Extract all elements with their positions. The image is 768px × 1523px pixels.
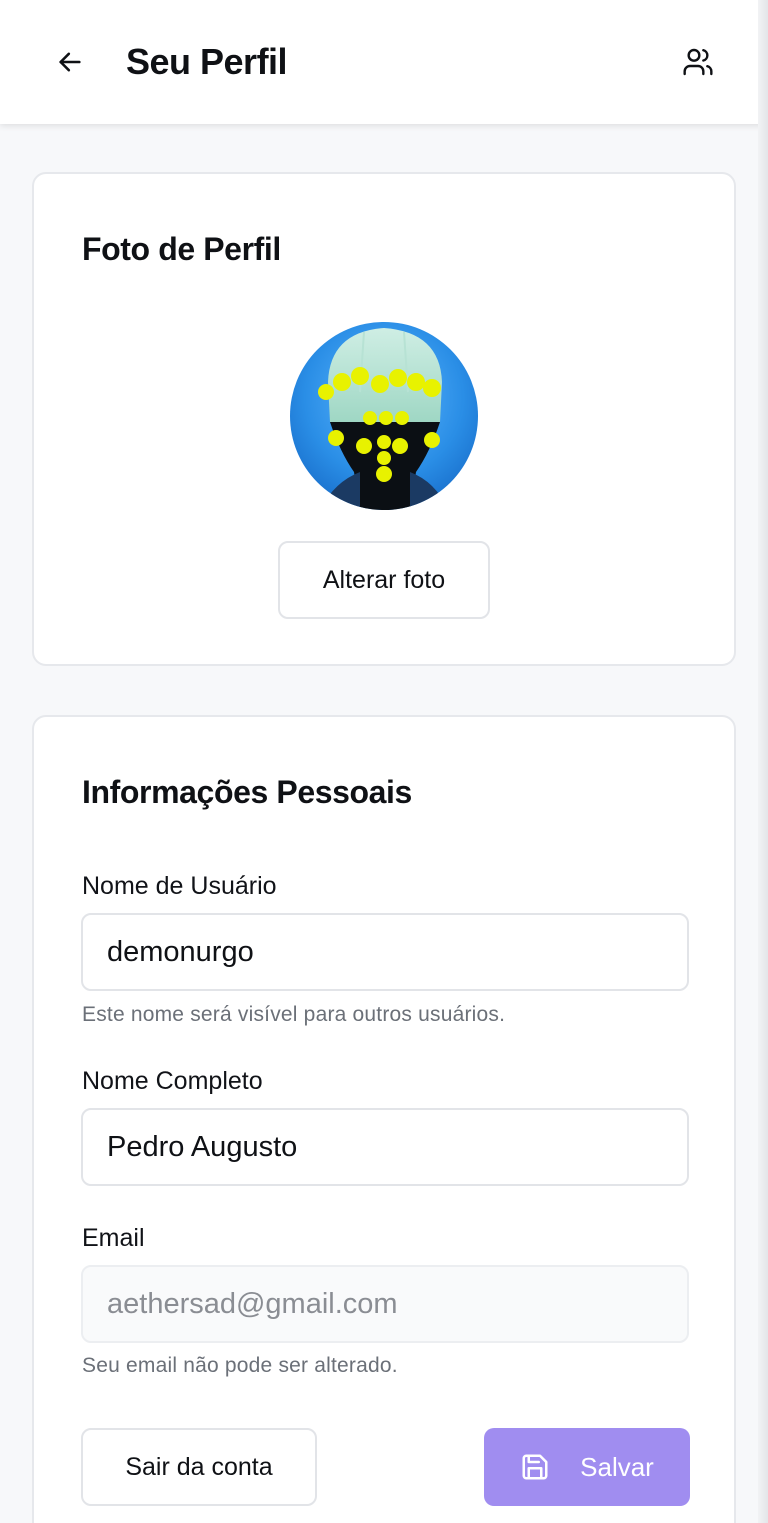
full-name-input[interactable] <box>81 1108 689 1186</box>
username-label: Nome de Usuário <box>82 872 277 900</box>
personal-info-title: Informações Pessoais <box>82 774 412 810</box>
save-icon <box>522 1454 548 1480</box>
username-helper: Este nome será visível para outros usuár… <box>82 1003 506 1026</box>
avatar <box>290 322 478 510</box>
profile-photo-title: Foto de Perfil <box>82 231 281 267</box>
users-button[interactable] <box>676 40 720 84</box>
window-edge <box>758 0 768 1523</box>
save-label: Salvar <box>580 1451 654 1482</box>
email-label: Email <box>82 1224 145 1252</box>
profile-photo-card: Foto de Perfil Alterar foto <box>32 172 736 666</box>
logout-button[interactable]: Sair da conta <box>81 1428 317 1506</box>
change-photo-button[interactable]: Alterar foto <box>278 541 490 619</box>
full-name-label: Nome Completo <box>82 1067 263 1095</box>
username-input[interactable] <box>81 913 689 991</box>
top-bar: Seu Perfil <box>0 0 768 124</box>
email-helper: Seu email não pode ser alterado. <box>82 1354 398 1377</box>
personal-info-card: Informações Pessoais Nome de Usuário Est… <box>32 715 736 1523</box>
email-field <box>81 1265 689 1343</box>
profile-page: Seu Perfil Foto de Perfil Alterar foto I… <box>0 0 768 1523</box>
arrow-left-icon <box>59 52 81 72</box>
users-icon <box>683 48 713 76</box>
back-button[interactable] <box>48 40 92 84</box>
page-title: Seu Perfil <box>126 41 288 82</box>
save-button[interactable]: Salvar <box>484 1428 690 1506</box>
